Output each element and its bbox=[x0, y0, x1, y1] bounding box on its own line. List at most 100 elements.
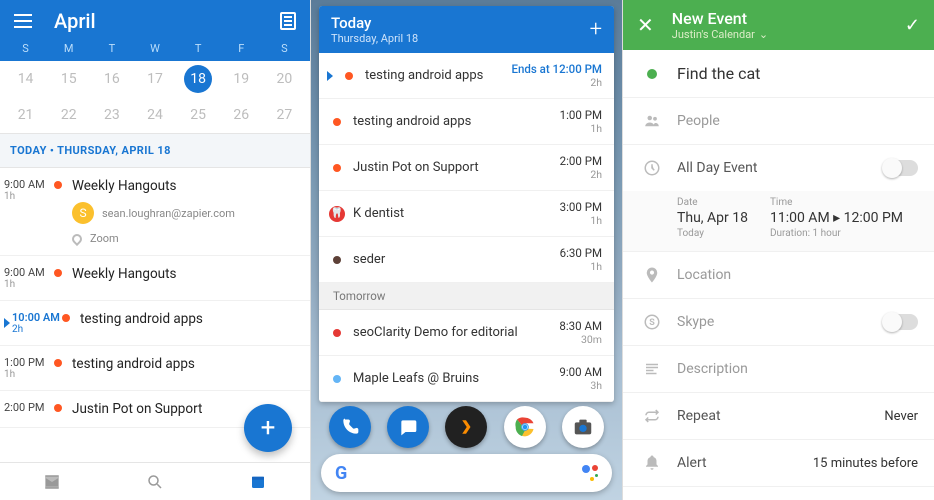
day-cell[interactable]: 15 bbox=[47, 61, 90, 97]
widget-event-row[interactable]: testing android appsEnds at 12:00 PM2h bbox=[319, 53, 614, 99]
widget-event-title: seoClarity Demo for editorial bbox=[353, 325, 559, 340]
location-field[interactable]: Location bbox=[623, 252, 934, 299]
skype-toggle[interactable] bbox=[884, 314, 918, 330]
widget-event-row[interactable]: 🦷K dentist3:00 PM1h bbox=[319, 191, 614, 237]
chrome-app-icon[interactable] bbox=[504, 406, 546, 448]
calendar-dot-icon bbox=[333, 118, 341, 126]
day-cell[interactable]: 17 bbox=[133, 61, 176, 97]
day-cell[interactable]: 20 bbox=[263, 61, 306, 97]
alert-label: Alert bbox=[677, 455, 813, 471]
plex-app-icon[interactable] bbox=[445, 406, 487, 448]
app-drawer-caret-icon[interactable]: ⌃ bbox=[461, 388, 471, 402]
time-picker[interactable]: Time 11:00 AM ▸ 12:00 PM Duration: 1 hou… bbox=[770, 197, 903, 239]
google-assistant-icon[interactable] bbox=[582, 465, 598, 481]
widget-event-title: testing android apps bbox=[365, 68, 512, 83]
camera-app-icon[interactable] bbox=[562, 406, 604, 448]
repeat-field[interactable]: Repeat Never bbox=[623, 393, 934, 440]
event-row[interactable]: 10:00 AM2h testing android apps bbox=[0, 301, 310, 346]
google-search-bar[interactable]: G bbox=[321, 454, 612, 492]
calendar-dot-icon bbox=[333, 375, 341, 383]
dow-label: S bbox=[263, 42, 306, 55]
new-event-header: ✕ New Event Justin's Calendar⌄ ✓ bbox=[623, 0, 934, 50]
widget-header[interactable]: Today Thursday, April 18 + bbox=[319, 6, 614, 53]
event-row[interactable]: 9:00 AM1hWeekly HangoutsSsean.loughran@z… bbox=[0, 168, 310, 256]
skype-field[interactable]: S Skype bbox=[623, 299, 934, 346]
new-event-screen: ✕ New Event Justin's Calendar⌄ ✓ Find th… bbox=[623, 0, 934, 500]
today-section-header: TODAY • THURSDAY, APRIL 18 bbox=[0, 133, 310, 168]
calendar-selector[interactable]: Justin's Calendar⌄ bbox=[672, 28, 768, 41]
plus-icon: + bbox=[261, 413, 276, 443]
event-title: Weekly Hangouts bbox=[72, 266, 300, 290]
calendar-widget: Today Thursday, April 18 + testing andro… bbox=[319, 6, 614, 402]
day-cell-today[interactable]: 18 bbox=[177, 61, 220, 97]
day-cell[interactable]: 16 bbox=[90, 61, 133, 97]
chevron-down-icon: ⌄ bbox=[759, 28, 768, 41]
people-field[interactable]: People bbox=[623, 98, 934, 145]
show-as-field[interactable]: Show as Busy bbox=[623, 487, 934, 500]
event-location: Zoom bbox=[90, 232, 119, 245]
description-field[interactable]: Description bbox=[623, 346, 934, 393]
title-field[interactable]: Find the cat bbox=[623, 50, 934, 98]
widget-event-title: testing android apps bbox=[353, 114, 560, 129]
widget-event-row[interactable]: seoClarity Demo for editorial8:30 AM30m bbox=[319, 310, 614, 356]
bottom-nav bbox=[0, 462, 310, 500]
day-cell[interactable]: 14 bbox=[4, 61, 47, 97]
widget-add-icon[interactable]: + bbox=[590, 17, 602, 42]
day-cell[interactable]: 19 bbox=[220, 61, 263, 97]
phone-app-icon[interactable] bbox=[329, 406, 371, 448]
day-cell[interactable]: 25 bbox=[177, 97, 220, 133]
widget-event-time: 6:30 PM1h bbox=[560, 246, 602, 273]
mail-tab-icon[interactable] bbox=[43, 473, 61, 491]
day-cell[interactable]: 26 bbox=[220, 97, 263, 133]
new-event-fab[interactable]: + bbox=[244, 404, 292, 452]
alert-field[interactable]: Alert 15 minutes before bbox=[623, 440, 934, 487]
widget-event-row[interactable]: testing android apps1:00 PM1h bbox=[319, 99, 614, 145]
widget-event-title: Justin Pot on Support bbox=[353, 160, 560, 175]
event-title: testing android apps bbox=[80, 311, 300, 335]
calendar-month-screen: April S M T W T F S 14 15 16 17 18 19 20… bbox=[0, 0, 311, 500]
day-cell[interactable]: 21 bbox=[4, 97, 47, 133]
people-icon bbox=[639, 112, 665, 130]
save-check-icon[interactable]: ✓ bbox=[905, 15, 920, 36]
day-cell[interactable]: 24 bbox=[133, 97, 176, 133]
search-tab-icon[interactable] bbox=[146, 473, 164, 491]
messages-app-icon[interactable] bbox=[387, 406, 429, 448]
dow-label: T bbox=[90, 42, 133, 55]
widget-event-row[interactable]: Justin Pot on Support2:00 PM2h bbox=[319, 145, 614, 191]
day-cell[interactable]: 23 bbox=[90, 97, 133, 133]
description-icon bbox=[639, 360, 665, 378]
repeat-value: Never bbox=[884, 409, 918, 424]
widget-event-time: 2:00 PM2h bbox=[560, 154, 602, 181]
event-time: 10:00 AM2h bbox=[12, 311, 62, 335]
attendee-email: sean.loughran@zapier.com bbox=[102, 207, 235, 220]
people-placeholder: People bbox=[677, 113, 918, 129]
event-row[interactable]: 1:00 PM1htesting android apps bbox=[0, 346, 310, 391]
calendar-tab-icon[interactable] bbox=[249, 473, 267, 491]
agenda-view-icon[interactable] bbox=[280, 12, 296, 30]
dow-label: W bbox=[133, 42, 176, 55]
dow-label: S bbox=[4, 42, 47, 55]
event-time: 9:00 AM1h bbox=[4, 178, 54, 245]
day-cell[interactable]: 22 bbox=[47, 97, 90, 133]
date-picker[interactable]: Date Thu, Apr 18 Today bbox=[677, 197, 748, 239]
calendar-dot-icon bbox=[333, 329, 341, 337]
dow-label: M bbox=[47, 42, 90, 55]
dow-label: F bbox=[220, 42, 263, 55]
calendar-dot-icon bbox=[54, 269, 62, 277]
repeat-label: Repeat bbox=[677, 408, 884, 424]
close-icon[interactable]: ✕ bbox=[637, 13, 654, 37]
event-title: testing android apps bbox=[72, 356, 300, 380]
menu-icon[interactable] bbox=[14, 14, 32, 28]
calendar-dot-icon bbox=[54, 181, 62, 189]
all-day-field[interactable]: All Day Event bbox=[623, 145, 934, 191]
location-placeholder: Location bbox=[677, 267, 918, 283]
skype-icon: S bbox=[639, 313, 665, 331]
widget-event-row[interactable]: seder6:30 PM1h bbox=[319, 237, 614, 283]
month-title[interactable]: April bbox=[54, 9, 280, 33]
day-cell[interactable]: 27 bbox=[263, 97, 306, 133]
event-row[interactable]: 9:00 AM1hWeekly Hangouts bbox=[0, 256, 310, 301]
date-time-block: Date Thu, Apr 18 Today Time 11:00 AM ▸ 1… bbox=[623, 191, 934, 252]
all-day-toggle[interactable] bbox=[884, 160, 918, 176]
calendar-color-dot-icon bbox=[647, 69, 657, 79]
alert-value: 15 minutes before bbox=[813, 456, 918, 471]
